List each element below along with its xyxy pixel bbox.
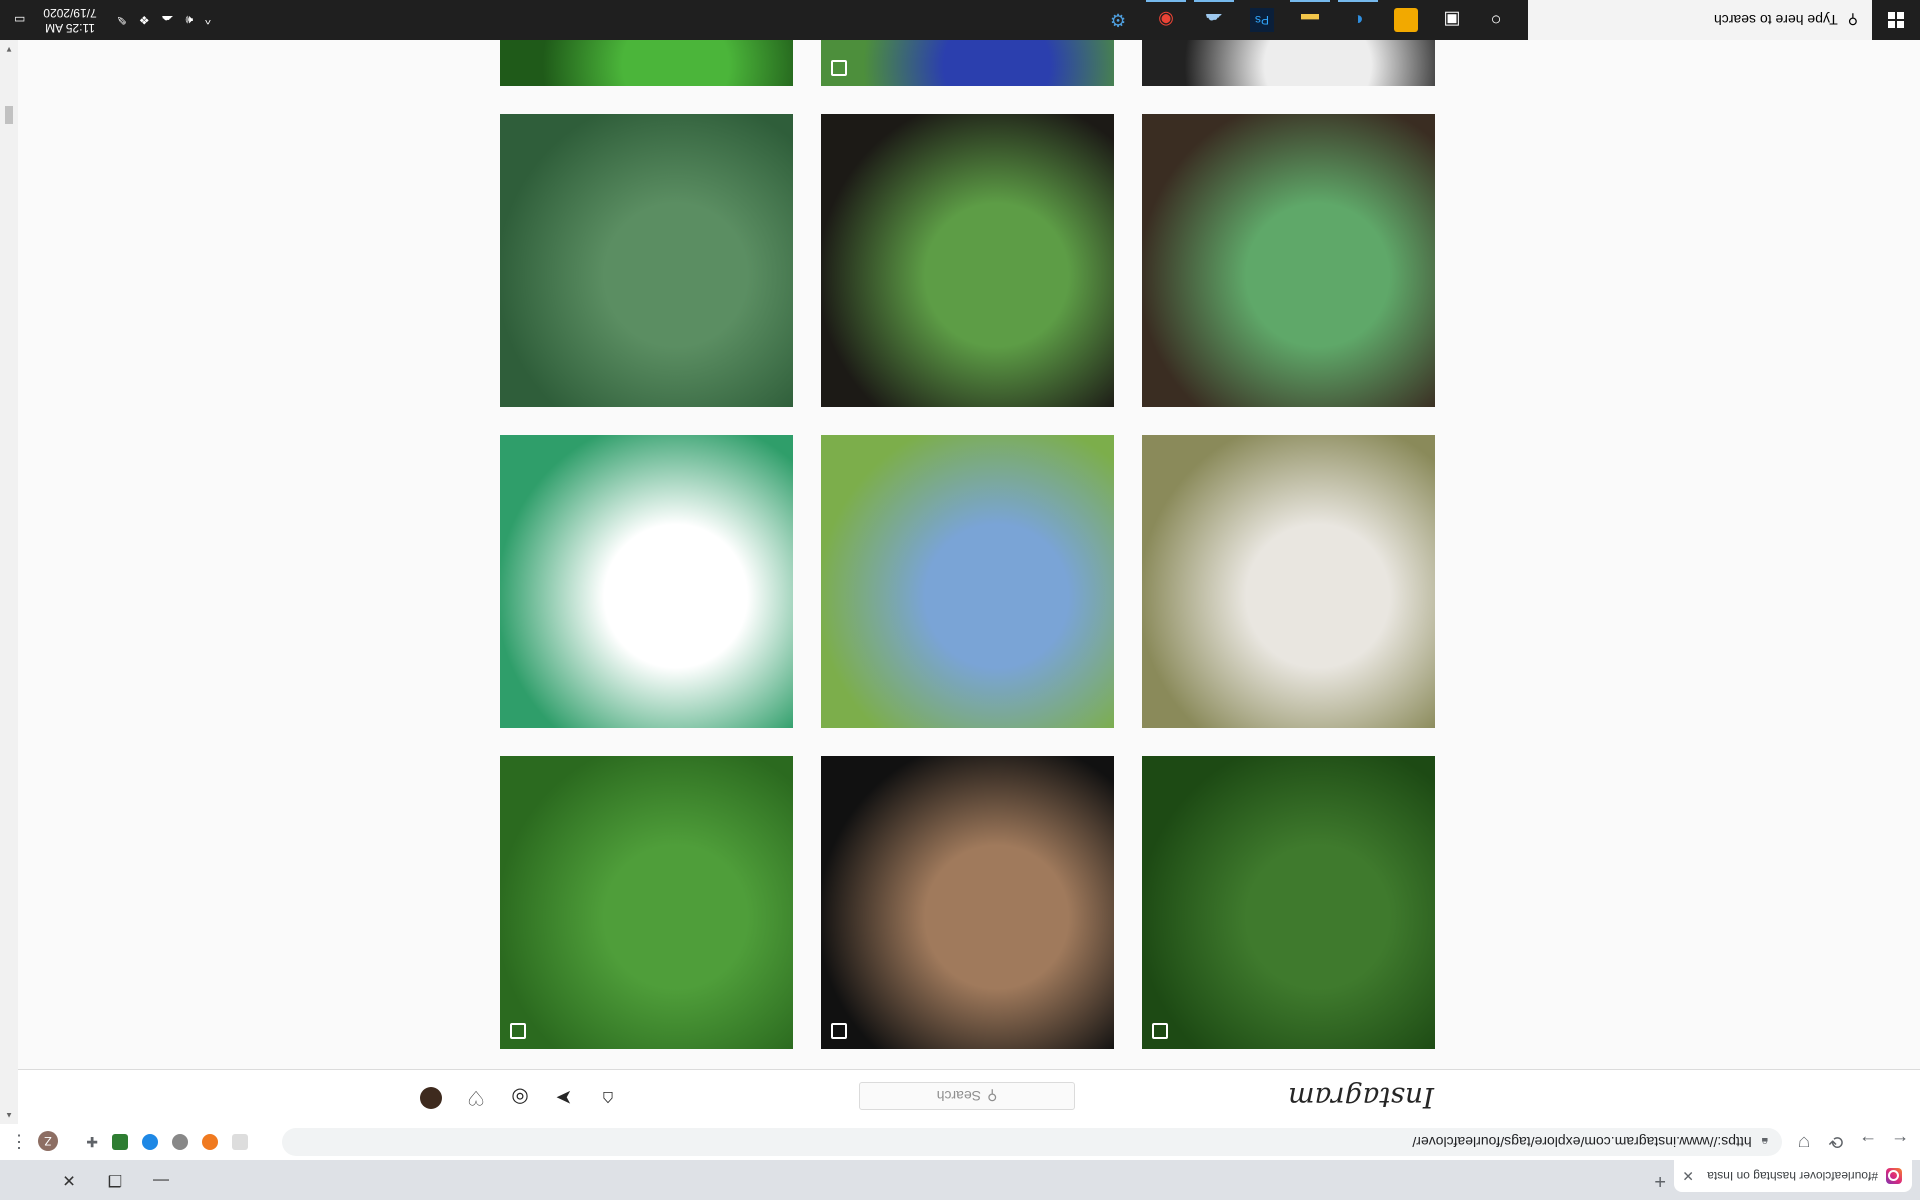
taskbar: ⚲ Type here to search ○ ▣ ◐ ▬ Ps ☁ ◉ ⚙ ^… — [0, 0, 1920, 40]
window-close-button[interactable]: ✕ — [46, 1160, 92, 1200]
clock-time: 11:25 AM — [45, 21, 95, 35]
store-icon[interactable] — [1394, 8, 1418, 32]
browser-tab-bar: #fourleafclover hashtag on Insta ✕ + — ❐… — [0, 1160, 1920, 1200]
lock-icon: 🔒︎ — [1761, 1135, 1768, 1150]
post-thumbnail-clover-john-deere[interactable] — [500, 114, 793, 407]
explore-compass-icon[interactable]: ◎ — [508, 1086, 532, 1110]
minimize-button[interactable]: — — [138, 1160, 184, 1200]
taskbar-search-box[interactable]: ⚲ Type here to search — [1528, 0, 1872, 40]
post-thumbnail-monstera-leaf[interactable] — [1142, 756, 1435, 1049]
instagram-favicon-icon — [1886, 1168, 1902, 1184]
pen-icon[interactable]: ✎ — [117, 13, 127, 27]
browser-toolbar: ← → ⟳ ⛉ 🔒︎ https://www.instagram.com/exp… — [0, 1123, 1920, 1160]
browser-menu-button[interactable]: ⋮ — [10, 1131, 28, 1152]
forward-button[interactable]: → — [1856, 1130, 1880, 1154]
extension-icon[interactable] — [142, 1134, 158, 1150]
carousel-icon — [1152, 1023, 1168, 1039]
post-thumbnail-bracelet-cards[interactable] — [1142, 40, 1435, 86]
clock-date: 7/19/2020 — [43, 6, 97, 20]
scrollbar-thumb[interactable] — [5, 106, 13, 124]
volume-icon[interactable]: 🔊︎ — [186, 13, 194, 28]
instagram-header: Instagram ⚲ Search ⌂ ➤ ◎ ♡ — [18, 1069, 1920, 1124]
url-text: https://www.instagram.com/explore/tags/f… — [1412, 1134, 1752, 1150]
search-input[interactable]: ⚲ Search — [859, 1082, 1075, 1110]
start-button[interactable] — [1872, 0, 1920, 40]
back-button[interactable]: ← — [1888, 1130, 1912, 1154]
tab-title: #fourleafclover hashtag on Insta — [1707, 1169, 1878, 1183]
post-thumbnail-person-neck[interactable] — [821, 756, 1114, 1049]
scroll-up-arrow-icon[interactable]: ▲ — [5, 1111, 13, 1120]
notification-icon[interactable]: ▭ — [14, 13, 25, 27]
photos-icon[interactable]: ☁ — [1202, 8, 1226, 32]
chevron-up-icon[interactable]: ^ — [205, 13, 211, 27]
search-icon: ⚲ — [987, 1088, 998, 1105]
home-icon[interactable]: ⌂ — [596, 1086, 620, 1110]
screen: #fourleafclover hashtag on Insta ✕ + — ❐… — [0, 0, 1920, 1200]
file-explorer-icon[interactable]: ▬ — [1298, 8, 1322, 32]
windows-icon — [1888, 12, 1904, 28]
extension-icon[interactable] — [112, 1134, 128, 1150]
post-thumbnail-clover-painting[interactable] — [821, 40, 1114, 86]
puzzle-icon[interactable]: ✚ — [82, 1134, 98, 1150]
task-view-icon[interactable]: ▣ — [1440, 8, 1464, 32]
post-thumbnail-clover-in-dark-soil[interactable] — [821, 114, 1114, 407]
taskbar-search-placeholder: Type here to search — [1713, 12, 1838, 28]
cortana-icon[interactable]: ○ — [1484, 8, 1508, 32]
chrome-icon[interactable]: ◉ — [1154, 8, 1178, 32]
search-placeholder: Search — [936, 1088, 982, 1104]
address-bar[interactable]: 🔒︎ https://www.instagram.com/explore/tag… — [282, 1128, 1782, 1156]
extension-icon[interactable] — [232, 1134, 248, 1150]
bookmark-shield-icon[interactable]: ⛉ — [1792, 1130, 1816, 1154]
extension-icon[interactable] — [202, 1134, 218, 1150]
instagram-logo[interactable]: Instagram — [1288, 1081, 1434, 1114]
browser-tab[interactable]: #fourleafclover hashtag on Insta ✕ — [1674, 1160, 1912, 1192]
new-tab-button[interactable]: + — [1654, 1169, 1666, 1192]
carousel-icon — [510, 1023, 526, 1039]
post-thumbnail-white-dog-with-clover[interactable] — [1142, 435, 1435, 728]
search-icon: ⚲ — [1847, 12, 1858, 29]
tab-close-icon[interactable]: ✕ — [1682, 1168, 1694, 1185]
post-thumbnail-clover-wire-jewelry[interactable] — [500, 435, 793, 728]
carousel-icon — [831, 60, 847, 76]
page-scrollbar[interactable]: ▲ ▼ — [0, 40, 18, 1124]
post-thumbnail-clover-patch[interactable] — [500, 756, 793, 1049]
onedrive-icon[interactable]: ☁ — [162, 13, 174, 27]
photoshop-icon[interactable]: Ps — [1250, 8, 1274, 32]
post-thumbnail-clover-leaves-soil[interactable] — [1142, 114, 1435, 407]
edge-icon[interactable]: ◐ — [1346, 8, 1370, 32]
scroll-down-arrow-icon[interactable]: ▼ — [5, 45, 13, 54]
direct-message-icon[interactable]: ➤ — [552, 1086, 576, 1110]
carousel-icon — [831, 1023, 847, 1039]
clock[interactable]: 11:25 AM 7/19/2020 — [43, 5, 96, 35]
reload-button[interactable]: ⟳ — [1824, 1130, 1848, 1154]
post-thumbnail-hand-holding-clover-lake[interactable] — [821, 435, 1114, 728]
profile-avatar[interactable] — [420, 1087, 442, 1109]
dropbox-icon[interactable]: ❖ — [139, 13, 150, 27]
post-thumbnail-clover-grass[interactable] — [500, 40, 793, 86]
system-tray: ^ 🔊︎ ☁ ❖ ✎ 11:25 AM 7/19/2020 ▭ — [0, 0, 217, 40]
heart-icon[interactable]: ♡ — [464, 1086, 488, 1110]
restore-button[interactable]: ❐ — [92, 1160, 138, 1200]
app-icon[interactable]: ⚙ — [1106, 8, 1130, 32]
profile-avatar[interactable]: Z — [38, 1131, 58, 1151]
extension-icon[interactable] — [172, 1134, 188, 1150]
